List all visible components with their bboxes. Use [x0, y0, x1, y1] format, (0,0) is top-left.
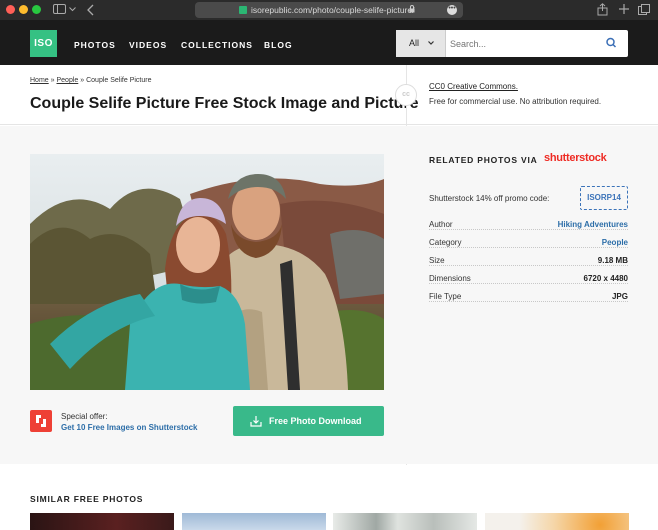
- info-row-dimensions: Dimensions 6720 x 4480: [429, 274, 628, 288]
- info-key: Dimensions: [429, 274, 474, 283]
- info-row-file-type: File Type JPG: [429, 292, 628, 306]
- sidebar-toggle-icon[interactable]: [53, 4, 67, 15]
- breadcrumb-home[interactable]: Home: [30, 77, 49, 84]
- cc-license-icon: cc: [395, 84, 417, 106]
- breadcrumb-separator: »: [80, 77, 85, 84]
- similar-photo-thumbnail[interactable]: [333, 513, 477, 530]
- info-row-category: Category People: [429, 238, 628, 252]
- info-key: Author: [429, 220, 456, 229]
- site-logo[interactable]: ISO: [30, 30, 57, 57]
- offer-label: Special offer:: [61, 412, 108, 421]
- promo-code[interactable]: ISORP14: [580, 186, 628, 210]
- related-photos-title: RELATED PHOTOS VIA: [429, 155, 538, 165]
- info-key: File Type: [429, 292, 465, 301]
- offer-link[interactable]: Get 10 Free Images on Shutterstock: [61, 423, 198, 432]
- author-link[interactable]: Hiking Adventures: [554, 220, 628, 229]
- shutterstock-logo-icon: [30, 410, 52, 432]
- url-text: isorepublic.com/photo/couple-selife-pict…: [251, 5, 415, 15]
- similar-photo-thumbnail[interactable]: [485, 513, 629, 530]
- license-link[interactable]: CC0 Creative Commons.: [429, 82, 518, 91]
- search-icon: [606, 37, 617, 48]
- browser-toolbar: isorepublic.com/photo/couple-selife-pict…: [0, 0, 658, 20]
- search-category-select[interactable]: All: [396, 30, 446, 57]
- info-key: Size: [429, 256, 448, 265]
- tab-overview-icon[interactable]: [638, 4, 650, 15]
- nav-collections[interactable]: COLLECTIONS: [181, 40, 253, 50]
- breadcrumb: Home » People » Couple Selife Picture: [30, 77, 151, 84]
- site-header: ISO PHOTOS VIDEOS COLLECTIONS BLOG All: [0, 20, 658, 65]
- download-icon: [250, 416, 262, 427]
- info-row-author: Author Hiking Adventures: [429, 220, 628, 234]
- site-favicon-icon: [239, 6, 247, 14]
- close-window-button[interactable]: [6, 5, 15, 14]
- search-category-label: All: [409, 38, 420, 48]
- category-link[interactable]: People: [598, 238, 628, 247]
- nav-blog[interactable]: BLOG: [264, 40, 293, 50]
- page-menu-icon[interactable]: •••: [447, 5, 457, 15]
- similar-photos-title: SIMILAR FREE PHOTOS: [30, 494, 144, 504]
- chevron-down-icon: [428, 41, 434, 45]
- nav-videos[interactable]: VIDEOS: [129, 40, 167, 50]
- search-button[interactable]: [596, 30, 628, 57]
- lock-icon: [409, 5, 415, 13]
- chevron-down-icon[interactable]: [69, 7, 76, 12]
- info-value: JPG: [608, 292, 628, 301]
- similar-photo-thumbnail[interactable]: [30, 513, 174, 530]
- search-box: All: [396, 30, 628, 57]
- address-bar[interactable]: isorepublic.com/photo/couple-selife-pict…: [195, 2, 463, 18]
- search-input[interactable]: [450, 30, 590, 57]
- main-photo[interactable]: [30, 154, 384, 390]
- promo-label: Shutterstock 14% off promo code:: [429, 194, 550, 203]
- new-tab-icon[interactable]: [619, 4, 629, 14]
- maximize-window-button[interactable]: [32, 5, 41, 14]
- title-band: Home » People » Couple Selife Picture Co…: [0, 65, 658, 125]
- info-value: 6720 x 4480: [580, 274, 628, 283]
- info-key: Category: [429, 238, 465, 247]
- download-button-label: Free Photo Download: [269, 416, 362, 426]
- breadcrumb-separator: »: [50, 77, 55, 84]
- minimize-window-button[interactable]: [19, 5, 28, 14]
- nav-photos[interactable]: PHOTOS: [74, 40, 116, 50]
- page-title: Couple Selife Picture Free Stock Image a…: [30, 95, 419, 112]
- shutterstock-logo[interactable]: shutterstock: [544, 152, 607, 164]
- free-download-button[interactable]: Free Photo Download: [233, 406, 384, 436]
- license-note: Free for commercial use. No attribution …: [429, 97, 602, 106]
- info-value: 9.18 MB: [594, 256, 628, 265]
- info-row-size: Size 9.18 MB: [429, 256, 628, 270]
- similar-photo-thumbnail[interactable]: [182, 513, 326, 530]
- back-icon[interactable]: [87, 4, 95, 16]
- breadcrumb-people[interactable]: People: [57, 77, 79, 84]
- breadcrumb-current: Couple Selife Picture: [86, 77, 152, 84]
- share-icon[interactable]: [597, 3, 608, 16]
